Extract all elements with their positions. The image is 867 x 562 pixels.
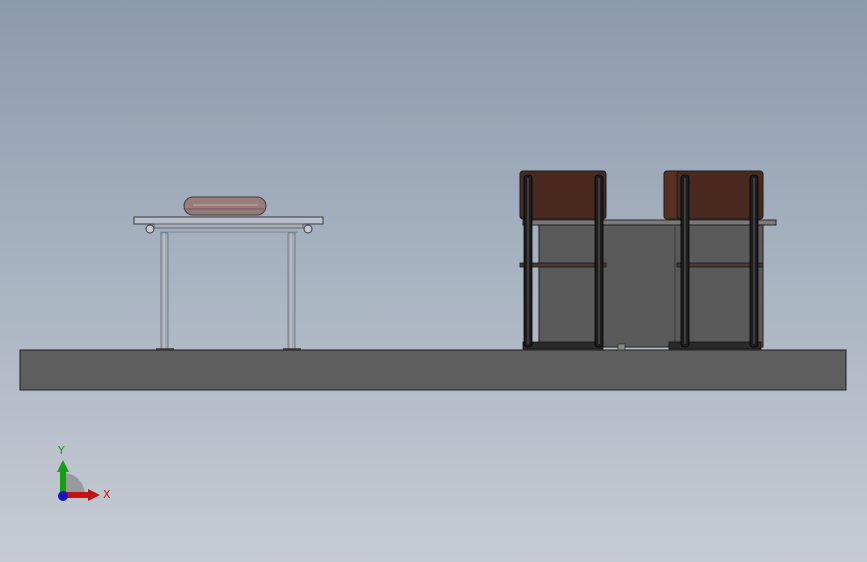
- cabinet-body[interactable]: [538, 224, 764, 348]
- x-axis-label: X: [103, 488, 111, 501]
- top-rail: [522, 219, 777, 226]
- coordinate-triad: X Y: [40, 430, 130, 520]
- right-knob: [303, 224, 313, 234]
- triad-graphic: [57, 460, 100, 501]
- left-table-assembly[interactable]: [133, 196, 324, 350]
- table-top[interactable]: [133, 216, 324, 225]
- table-leg-right: [283, 232, 301, 350]
- y-axis-label: Y: [58, 444, 65, 457]
- left-knob: [145, 224, 155, 234]
- right-cabinet-assembly[interactable]: [519, 170, 777, 351]
- shelf-left: [519, 262, 607, 268]
- table-leg-left: [156, 232, 174, 350]
- rounded-pad[interactable]: [183, 196, 267, 216]
- brown-block-left[interactable]: [519, 170, 607, 220]
- z-axis-origin: [58, 491, 68, 501]
- graphics-viewport[interactable]: [0, 0, 867, 562]
- base-plate[interactable]: [19, 349, 847, 391]
